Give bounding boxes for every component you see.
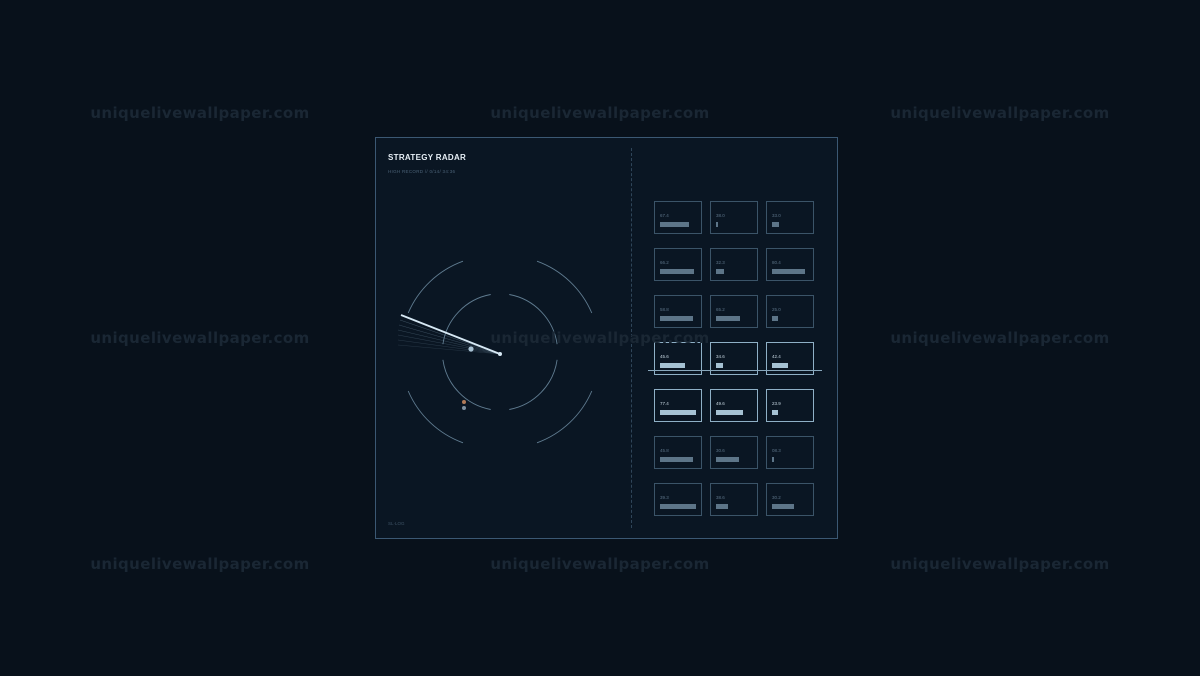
radar-marker-orange: [462, 400, 466, 404]
metric-tile-bar: [772, 363, 788, 368]
metric-tile-bar: [660, 269, 694, 274]
metric-tile[interactable]: 23.9: [766, 389, 814, 422]
radar-target-blip: [468, 346, 474, 352]
watermark-text: uniquelivewallpaper.com: [490, 555, 710, 573]
scan-line: [648, 370, 822, 371]
metric-tile-value: 65.2: [716, 307, 725, 312]
metric-tile-value: 80.4: [772, 260, 781, 265]
metric-tile[interactable]: 77.4: [654, 389, 702, 422]
metric-tile-bar: [660, 504, 696, 509]
metric-tile-bar: [772, 316, 778, 321]
radar-outer-arc-top-right: [536, 260, 593, 314]
radar-display: [397, 260, 593, 444]
metric-tile-value: 66.2: [660, 260, 669, 265]
metric-tile-bar: [772, 222, 779, 227]
radar-marker-gray: [462, 406, 466, 410]
watermark-text: uniquelivewallpaper.com: [890, 329, 1110, 347]
metric-tile-bar: [772, 504, 794, 509]
metric-tile-value: 49.6: [716, 401, 725, 406]
metric-tile[interactable]: 08.3: [766, 436, 814, 469]
radar-sweep-line: [400, 314, 501, 355]
metric-tile-bar: [772, 410, 778, 415]
metric-tile-value: 08.3: [772, 448, 781, 453]
metric-tile-bar: [716, 269, 724, 274]
radar-outer-arc-bottom-left: [407, 390, 464, 444]
sweep-trail-line: [397, 334, 501, 355]
radar-inner-arc-bottom-left: [442, 359, 491, 410]
metric-tile[interactable]: 39.3: [654, 483, 702, 516]
metric-tile-bar: [660, 222, 689, 227]
metric-tile[interactable]: 32.3: [710, 248, 758, 281]
metric-tile-bar: [716, 457, 739, 462]
watermark-text: uniquelivewallpaper.com: [890, 104, 1110, 122]
metric-tile-value: 45.6: [660, 354, 669, 359]
metric-tile-value: 25.0: [772, 307, 781, 312]
metric-tile-value: 58.8: [660, 307, 669, 312]
metric-tile[interactable]: 30.6: [710, 436, 758, 469]
metric-tile[interactable]: 49.6: [710, 389, 758, 422]
metric-tile-value: 30.6: [716, 448, 725, 453]
radar-outer-arc-top-left: [407, 260, 464, 314]
watermark-text: uniquelivewallpaper.com: [90, 104, 310, 122]
metric-tile-value: 77.4: [660, 401, 669, 406]
metric-tile-value: 45.8: [660, 448, 669, 453]
metric-tile-bar: [716, 504, 728, 509]
metric-tile[interactable]: 38.0: [710, 201, 758, 234]
metric-tile-value: 34.6: [716, 354, 725, 359]
metric-tile[interactable]: 33.0: [766, 201, 814, 234]
metric-tile[interactable]: 66.2: [654, 248, 702, 281]
metric-tile-bar: [716, 363, 723, 368]
watermark-text: uniquelivewallpaper.com: [890, 555, 1110, 573]
metric-tile[interactable]: 45.8: [654, 436, 702, 469]
metric-tile[interactable]: 65.2: [710, 295, 758, 328]
radar-outer-arc-bottom-right: [536, 390, 593, 444]
metric-tile[interactable]: 67.4: [654, 201, 702, 234]
metric-tile-value: 38.6: [716, 495, 725, 500]
metric-tile-bar: [660, 410, 696, 415]
metric-tile-value: 33.0: [772, 213, 781, 218]
metric-tile-value: 67.4: [660, 213, 669, 218]
radar-inner-arc-bottom-right: [509, 359, 558, 410]
strategy-radar-panel: STRATEGY RADAR HIGH RECORD // 0/14/ 34:3…: [375, 137, 838, 539]
metric-tile-value: 39.3: [660, 495, 669, 500]
radar-center-dot: [498, 352, 502, 356]
metric-tile-bar: [660, 457, 693, 462]
watermark-text: uniquelivewallpaper.com: [90, 329, 310, 347]
metric-tile-bar: [716, 316, 740, 321]
watermark-text: uniquelivewallpaper.com: [490, 104, 710, 122]
radar-inner-arc-top-left: [442, 294, 491, 345]
metric-tile-bar: [772, 269, 805, 274]
metric-tile-bar: [660, 363, 685, 368]
radar-inner-arc-top-right: [509, 294, 558, 345]
metric-tile-bar: [772, 457, 774, 462]
metric-tile-value: 32.3: [716, 260, 725, 265]
metric-tile-value: 38.0: [716, 213, 725, 218]
metric-tile[interactable]: 58.8: [654, 295, 702, 328]
metric-tile-bar: [716, 410, 743, 415]
metric-tile-value: 23.9: [772, 401, 781, 406]
metric-tile[interactable]: 25.0: [766, 295, 814, 328]
metric-tile-bar: [716, 222, 718, 227]
metric-tile[interactable]: 80.4: [766, 248, 814, 281]
metric-tile-bar: [660, 316, 693, 321]
metric-tile[interactable]: 38.6: [710, 483, 758, 516]
metric-tile[interactable]: 30.2: [766, 483, 814, 516]
metric-tile-value: 42.4: [772, 354, 781, 359]
watermark-text: uniquelivewallpaper.com: [90, 555, 310, 573]
metric-tile-value: 30.2: [772, 495, 781, 500]
